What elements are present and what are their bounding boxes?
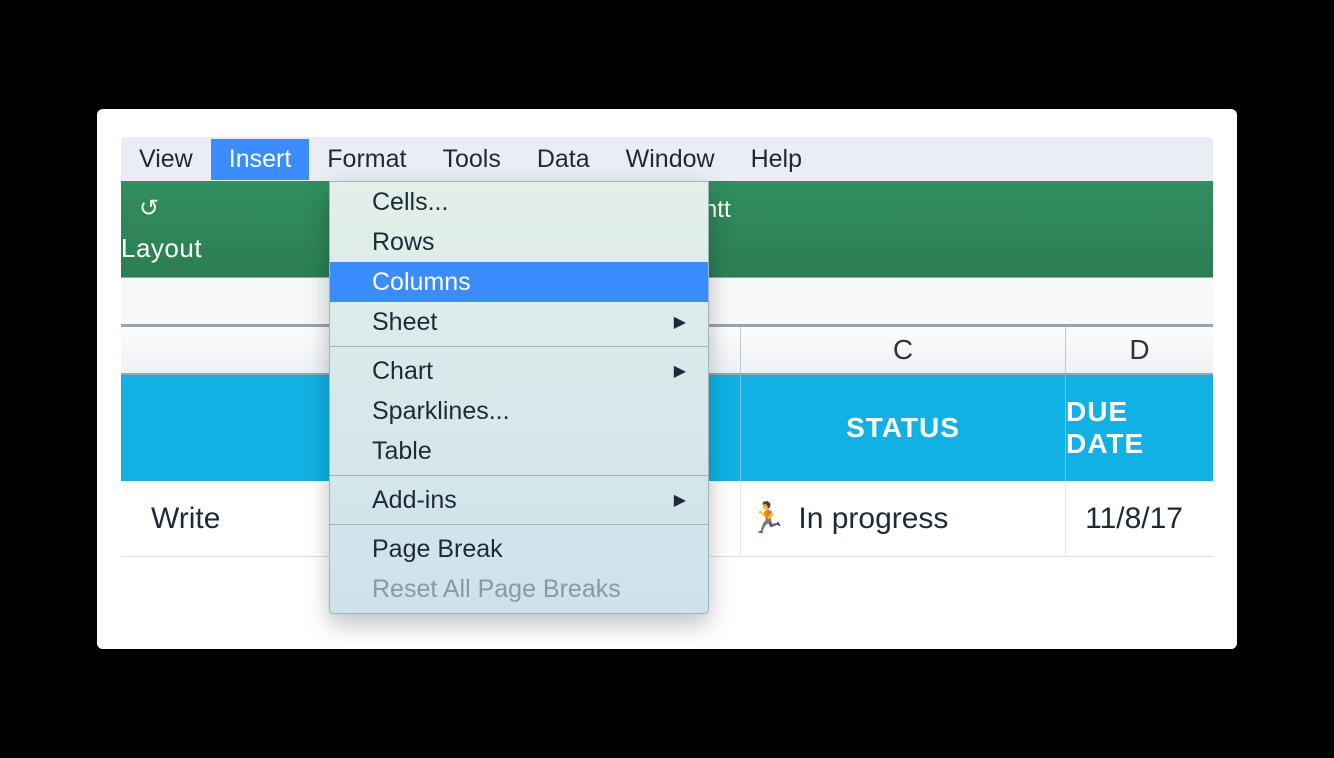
cell-due-date[interactable]: 11/8/17 bbox=[1066, 481, 1213, 556]
dropdown-item-table[interactable]: Table bbox=[330, 431, 708, 471]
menu-format[interactable]: Format bbox=[309, 139, 424, 180]
running-person-icon: 🏃 bbox=[749, 501, 786, 536]
due-date-text: 11/8/17 bbox=[1085, 502, 1183, 536]
chevron-right-icon: ▶ bbox=[674, 312, 686, 332]
cell-status[interactable]: 🏃 In progress bbox=[741, 481, 1066, 556]
dropdown-label: Columns bbox=[372, 268, 471, 297]
dropdown-separator bbox=[330, 346, 708, 347]
insert-dropdown: Cells... Rows Columns Sheet ▶ Chart ▶ Sp… bbox=[329, 181, 709, 614]
dropdown-item-cells[interactable]: Cells... bbox=[330, 182, 708, 222]
menubar: View Insert Format Tools Data Window Hel… bbox=[121, 137, 1213, 181]
column-header-c[interactable]: C bbox=[741, 327, 1066, 373]
dropdown-item-columns[interactable]: Columns bbox=[330, 262, 708, 302]
menu-help[interactable]: Help bbox=[733, 139, 820, 180]
menu-data[interactable]: Data bbox=[519, 139, 608, 180]
menu-window[interactable]: Window bbox=[608, 139, 733, 180]
dropdown-label: Chart bbox=[372, 357, 433, 386]
menu-insert[interactable]: Insert bbox=[211, 139, 310, 180]
dropdown-label: Cells... bbox=[372, 188, 448, 217]
dropdown-item-addins[interactable]: Add-ins ▶ bbox=[330, 480, 708, 520]
dropdown-label: Page Break bbox=[372, 535, 503, 564]
dropdown-label: Rows bbox=[372, 228, 435, 257]
dropdown-separator bbox=[330, 475, 708, 476]
dropdown-item-sheet[interactable]: Sheet ▶ bbox=[330, 302, 708, 342]
dropdown-item-page-break[interactable]: Page Break bbox=[330, 529, 708, 569]
dropdown-label: Sparklines... bbox=[372, 397, 510, 426]
ribbon-left: ↺ Layout bbox=[121, 181, 346, 277]
task-text: Write bbox=[151, 502, 220, 536]
dropdown-label: Add-ins bbox=[372, 486, 457, 515]
chevron-right-icon: ▶ bbox=[674, 361, 686, 381]
undo-icon[interactable]: ↺ bbox=[139, 194, 346, 223]
dropdown-item-sparklines[interactable]: Sparklines... bbox=[330, 391, 708, 431]
column-header-d[interactable]: D bbox=[1066, 327, 1213, 373]
dropdown-label: Sheet bbox=[372, 308, 437, 337]
dropdown-item-reset-page-breaks[interactable]: Reset All Page Breaks bbox=[330, 569, 708, 609]
app-frame: View Insert Format Tools Data Window Hel… bbox=[97, 109, 1237, 649]
dropdown-item-chart[interactable]: Chart ▶ bbox=[330, 351, 708, 391]
dropdown-separator bbox=[330, 524, 708, 525]
dropdown-label: Table bbox=[372, 437, 432, 466]
dropdown-label: Reset All Page Breaks bbox=[372, 575, 621, 604]
table-header-due-date[interactable]: DUE DATE bbox=[1066, 375, 1213, 481]
dropdown-item-rows[interactable]: Rows bbox=[330, 222, 708, 262]
ribbon-tab-layout[interactable]: Layout bbox=[121, 233, 346, 264]
menu-view[interactable]: View bbox=[121, 139, 211, 180]
status-text: In progress bbox=[798, 502, 948, 536]
menu-tools[interactable]: Tools bbox=[424, 139, 518, 180]
chevron-right-icon: ▶ bbox=[674, 490, 686, 510]
table-header-status[interactable]: STATUS bbox=[741, 375, 1066, 481]
